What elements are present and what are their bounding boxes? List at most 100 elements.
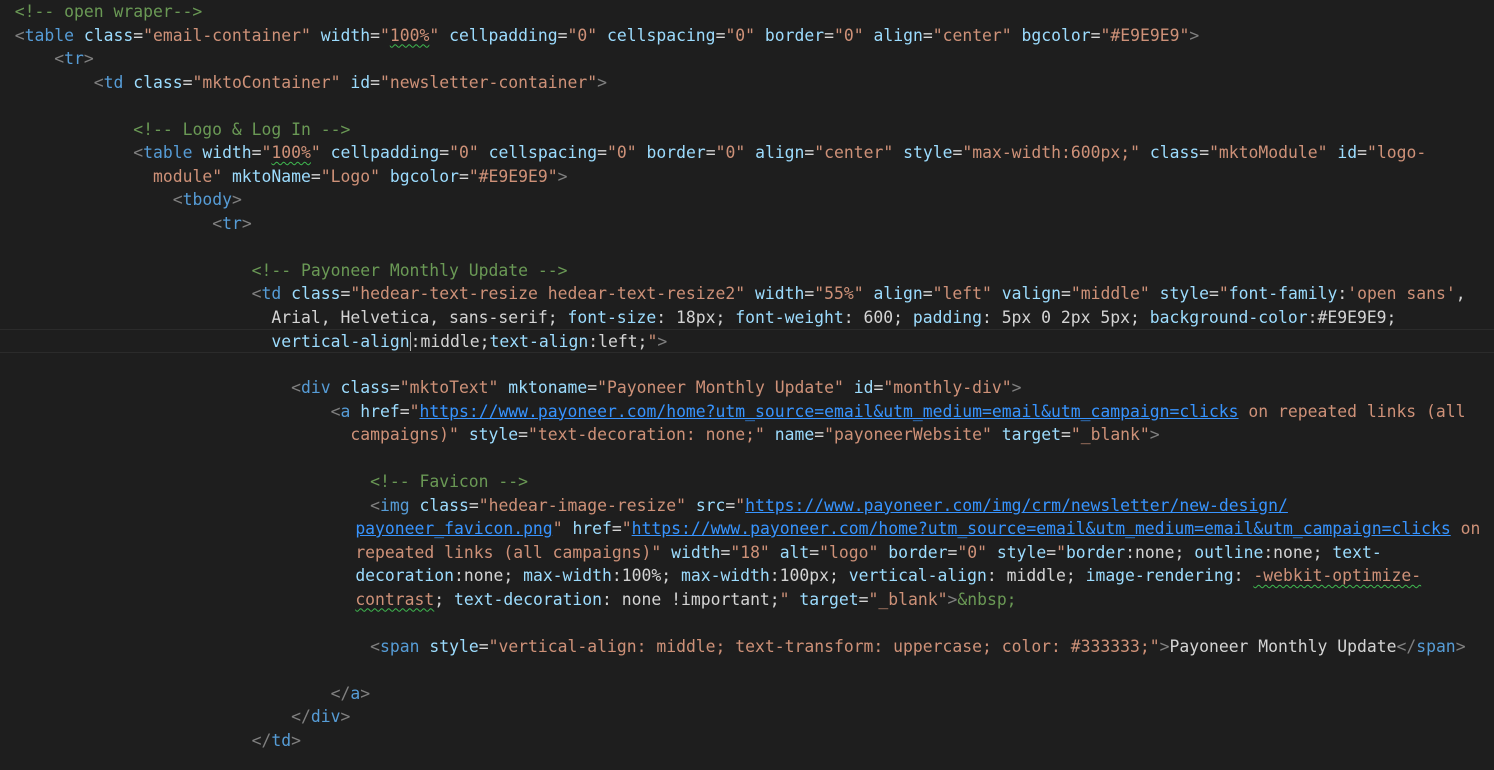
code-token: : [1233, 566, 1254, 585]
code-line[interactable] [0, 447, 1494, 471]
code-token: cellpadding [449, 25, 558, 45]
code-line[interactable]: <tbody> [0, 188, 1494, 212]
code-token: = [340, 284, 351, 303]
code-line[interactable]: <!-- Payoneer Monthly Update --> [0, 259, 1494, 283]
code-line[interactable]: <span style="vertical-align: middle; tex… [0, 635, 1494, 659]
code-token: target [1001, 425, 1061, 444]
code-line[interactable]: <table width="100%" cellpadding="0" cell… [0, 141, 1494, 165]
code-line[interactable] [0, 94, 1494, 118]
code-editor[interactable]: <!-- open wraper--> <table class="email-c… [0, 0, 1494, 770]
code-token: "max-width:600px;" [962, 143, 1140, 162]
code-token: = [478, 636, 489, 656]
code-token: < [172, 190, 183, 209]
code-token: border [1065, 542, 1126, 562]
code-token: "center" [814, 143, 894, 162]
code-token: max-width [680, 566, 770, 585]
code-token: "55%" [814, 284, 864, 303]
code-line[interactable]: vertical-align:middle;text-align:left;"> [0, 329, 1494, 353]
code-token: : 600; [843, 307, 913, 327]
code-link[interactable]: https://www.payoneer.com/home?utm_source… [420, 402, 1239, 421]
code-line[interactable]: payoneer_favicon.png" href="https://www.… [0, 517, 1494, 541]
code-token: href [360, 401, 400, 421]
code-token: padding [912, 307, 982, 327]
code-token: " [647, 332, 658, 351]
code-token: = [518, 425, 529, 444]
code-line[interactable]: Arial, Helvetica, sans-serif; font-size:… [0, 306, 1494, 330]
code-line[interactable]: decoration:none; max-width:100%; max-wid… [0, 564, 1494, 588]
code-token: td [103, 72, 124, 92]
code-line[interactable]: repeated links (all campaigns)" width="1… [0, 541, 1494, 565]
code-token: alt [779, 542, 810, 562]
code-line[interactable]: <td class="hedear-text-resize hedear-tex… [0, 282, 1494, 306]
code-token: font-family [1228, 284, 1338, 303]
code-line[interactable]: </a> [0, 682, 1494, 706]
code-token: campaigns)" [350, 425, 459, 444]
code-token: " [429, 25, 440, 45]
code-line[interactable]: <tr> [0, 212, 1494, 236]
code-line[interactable]: <!-- Favicon --> [0, 470, 1494, 494]
code-token: "0" [715, 143, 746, 162]
code-token: = [1199, 143, 1210, 162]
code-token: " [409, 401, 420, 421]
code-line[interactable]: </div> [0, 705, 1494, 729]
code-token: -webkit-optimize- [1253, 566, 1422, 585]
code-token: width [755, 284, 805, 303]
code-link[interactable]: https://www.payoneer.com/home?utm_source… [632, 519, 1451, 538]
code-token: < [370, 636, 380, 656]
code-line[interactable] [0, 235, 1494, 259]
code-token: table [24, 25, 75, 45]
code-token: align [755, 143, 805, 162]
code-token: div [310, 707, 341, 726]
code-line[interactable]: <tr> [0, 47, 1494, 71]
code-link[interactable]: https://www.payoneer.com/img/crm/newslet… [745, 496, 1288, 515]
code-line[interactable]: module" mktoName="Logo" bgcolor="#E9E9E9… [0, 165, 1494, 189]
code-token: : 18px; [656, 307, 736, 327]
code-line[interactable]: <div class="mktoText" mktoname="Payoneer… [0, 376, 1494, 400]
code-line[interactable]: <td class="mktoContainer" id="newsletter… [0, 71, 1494, 95]
code-token: cellpadding [330, 143, 440, 162]
code-line[interactable] [0, 658, 1494, 682]
code-token: = [804, 143, 815, 162]
code-token: :none; [454, 566, 524, 585]
code-link[interactable]: payoneer_favicon.png [355, 519, 552, 538]
code-token: " [1056, 542, 1066, 562]
code-token: module" [152, 166, 223, 186]
code-token: > [1189, 25, 1200, 45]
code-line[interactable]: <a href="https://www.payoneer.com/home?u… [0, 400, 1494, 424]
code-token: :middle; [410, 332, 490, 351]
code-line[interactable]: <table class="email-container" width="10… [0, 24, 1494, 48]
code-token: 100% [271, 143, 311, 162]
code-token: > [1159, 636, 1170, 656]
code-line[interactable]: </td> [0, 729, 1494, 753]
code-line[interactable] [0, 353, 1494, 377]
code-token: cellspacing [607, 25, 716, 45]
code-token: <!-- Logo & Log In --> [133, 119, 351, 139]
code-line[interactable]: <!-- Logo & Log In --> [0, 118, 1494, 142]
code-line[interactable]: <!-- open wraper--> [0, 0, 1494, 24]
code-token: background-color [1149, 307, 1308, 327]
code-token: = [182, 72, 193, 92]
code-token: style [1159, 284, 1210, 303]
code-token: : 5px 0 2px 5px; [981, 307, 1150, 327]
code-line[interactable] [0, 611, 1494, 635]
code-token: < [133, 143, 144, 162]
code-line[interactable]: campaigns)" style="text-decoration: none… [0, 423, 1494, 447]
code-token: "hedear-image-resize" [478, 495, 686, 515]
code-token: "mktoModule" [1209, 143, 1328, 162]
code-token: " [1218, 284, 1229, 303]
code-line[interactable]: <img class="hedear-image-resize" src="ht… [0, 494, 1494, 518]
code-line[interactable]: contrast; text-decoration: none !importa… [0, 588, 1494, 612]
code-token: tr [222, 213, 242, 233]
code-token: = [1060, 284, 1071, 303]
